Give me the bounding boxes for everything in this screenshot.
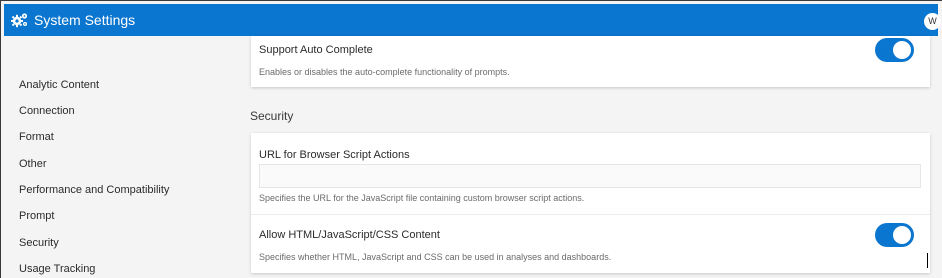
sidebar-item-usage-tracking[interactable]: Usage Tracking [19,263,95,276]
auto-complete-toggle[interactable] [875,38,914,62]
security-section-title: Security [250,109,294,123]
sidebar: Analytic Content Connection Format Other… [0,36,240,278]
html-content-label: Allow HTML/JavaScript/CSS Content [259,229,440,241]
auto-complete-card: Support Auto Complete Enables or disable… [251,36,930,87]
url-input[interactable] [259,164,921,188]
toggle-knob [893,41,911,59]
sidebar-item-prompt[interactable]: Prompt [19,210,54,223]
app-header: System Settings W [4,4,941,36]
text-cursor [927,253,928,268]
page-title: System Settings [34,12,136,28]
sidebar-item-analytic-content[interactable]: Analytic Content [19,79,99,92]
sidebar-item-format[interactable]: Format [19,131,54,144]
sidebar-item-connection[interactable]: Connection [19,105,75,118]
sidebar-item-performance[interactable]: Performance and Compatibility [19,184,169,197]
url-field-label: URL for Browser Script Actions [259,149,410,161]
security-card: URL for Browser Script Actions Specifies… [251,133,930,273]
toggle-knob [893,226,911,244]
html-content-description: Specifies whether HTML, JavaScript and C… [259,252,612,262]
url-field-description: Specifies the URL for the JavaScript fil… [259,193,585,203]
auto-complete-label: Support Auto Complete [259,44,373,56]
sidebar-item-security[interactable]: Security [19,237,59,250]
gears-icon [11,13,28,28]
divider [251,214,930,215]
sidebar-item-other[interactable]: Other [19,158,47,171]
html-content-toggle[interactable] [875,223,914,247]
user-avatar[interactable]: W [924,13,941,30]
auto-complete-description: Enables or disables the auto-complete fu… [259,67,510,77]
